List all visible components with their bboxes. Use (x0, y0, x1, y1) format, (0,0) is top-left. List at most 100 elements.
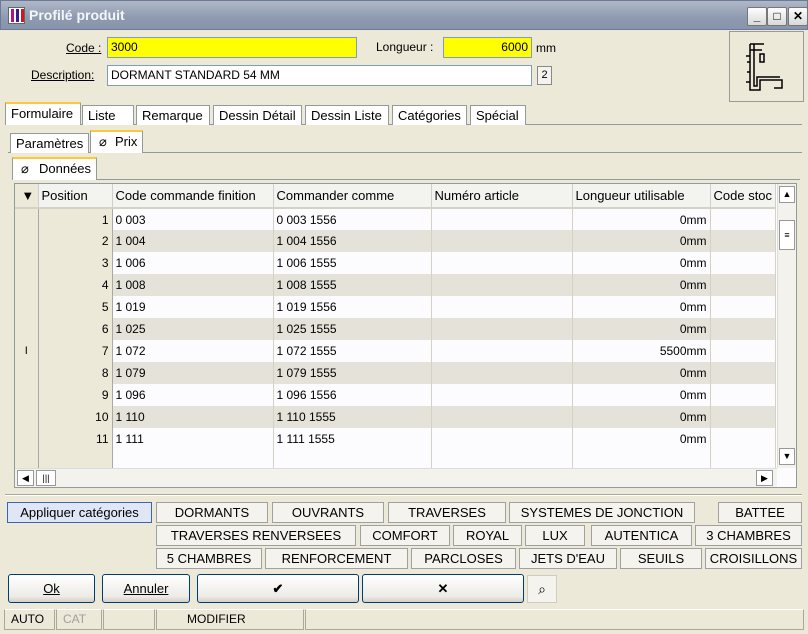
cell-position[interactable]: 2 (38, 230, 113, 252)
category-button[interactable]: SYSTEMES DE JONCTION (509, 502, 695, 523)
cell-longueur[interactable]: 0mm (572, 208, 711, 230)
category-button[interactable]: DORMANTS (156, 502, 268, 523)
reject-button[interactable]: ✕ (362, 574, 524, 603)
row-selector[interactable] (15, 208, 39, 230)
tab-dessin-detail[interactable]: Dessin Détail (213, 105, 302, 125)
cell-position[interactable]: 7 (38, 340, 113, 362)
search-button[interactable]: ⌕ (527, 575, 557, 603)
cell-article[interactable] (431, 362, 573, 384)
cell-article[interactable] (431, 252, 573, 274)
data-grid[interactable]: ▼ Position Code commande finition Commande… (14, 183, 797, 488)
horizontal-scrollbar[interactable]: ◀ ||| ▶ (15, 468, 777, 487)
tab-formulaire[interactable]: Formulaire (5, 102, 81, 125)
cancel-button[interactable]: Annuler (102, 574, 190, 603)
cell-longueur[interactable]: 0mm (572, 384, 711, 406)
cell-code-stock[interactable] (710, 208, 776, 230)
cell-longueur[interactable]: 0mm (572, 406, 711, 428)
cell-longueur[interactable]: 0mm (572, 318, 711, 340)
vertical-scrollbar[interactable]: ▲ ≡ ▼ (777, 184, 796, 468)
cell-commander[interactable]: 1 111 1555 (273, 428, 432, 450)
cell-code-stock[interactable] (710, 296, 776, 318)
scroll-down-arrow[interactable]: ▼ (779, 448, 795, 465)
tab-categories[interactable]: Catégories (392, 105, 467, 125)
cell-longueur[interactable]: 0mm (572, 362, 711, 384)
cell-code-stock[interactable] (710, 428, 776, 450)
row-selector[interactable] (15, 252, 39, 274)
column-header[interactable]: Numéro article (431, 184, 573, 209)
length-field[interactable]: 6000 (443, 37, 532, 58)
cell-code-stock[interactable] (710, 406, 776, 428)
scroll-right-arrow[interactable]: ▶ (756, 470, 773, 486)
cell-position[interactable]: 1 (38, 208, 113, 230)
cell-article[interactable] (431, 318, 573, 340)
column-header[interactable]: Code stoc (710, 184, 776, 209)
cell-commander[interactable]: 1 008 1555 (273, 274, 432, 296)
category-button[interactable]: CROISILLONS (705, 548, 802, 569)
category-button[interactable]: ROYAL (453, 525, 522, 546)
category-button[interactable]: 3 CHAMBRES (695, 525, 802, 546)
grid-menu-arrow[interactable]: ▼ (15, 184, 39, 209)
cell-commander[interactable]: 1 110 1555 (273, 406, 432, 428)
cell-longueur[interactable]: 5500mm (572, 340, 711, 362)
confirm-button[interactable]: ✔ (197, 574, 359, 603)
minimize-button[interactable]: _ (747, 7, 767, 26)
cell-code-stock[interactable] (710, 362, 776, 384)
row-selector[interactable] (15, 230, 39, 252)
category-button[interactable]: TRAVERSES RENVERSEES (156, 525, 356, 546)
cell-code-stock[interactable] (710, 230, 776, 252)
table-row[interactable]: 91 096 1 096 1556 0mm (15, 384, 776, 406)
cell-longueur[interactable]: 0mm (572, 252, 711, 274)
category-button[interactable]: TRAVERSES (388, 502, 506, 523)
category-button[interactable]: SEUILS (620, 548, 702, 569)
row-selector[interactable] (15, 384, 39, 406)
scroll-up-arrow[interactable]: ▲ (779, 186, 795, 203)
tab-dessin-liste[interactable]: Dessin Liste (305, 105, 389, 125)
cell-longueur[interactable]: 0mm (572, 230, 711, 252)
cell-code-stock[interactable] (710, 252, 776, 274)
row-selector[interactable] (15, 296, 39, 318)
cell-code[interactable]: 1 008 (112, 274, 274, 296)
cell-article[interactable] (431, 406, 573, 428)
cell-code-stock[interactable] (710, 384, 776, 406)
cell-code[interactable]: 1 025 (112, 318, 274, 340)
title-bar[interactable]: Profilé produit _ □ ✕ (0, 0, 808, 30)
table-row[interactable]: 21 004 1 004 1556 0mm (15, 230, 776, 252)
cell-position[interactable]: 11 (38, 428, 113, 450)
cell-article[interactable] (431, 340, 573, 362)
cell-longueur[interactable]: 0mm (572, 296, 711, 318)
column-header[interactable]: Position (38, 184, 113, 209)
row-selector[interactable] (15, 406, 39, 428)
cell-commander[interactable]: 0 003 1556 (273, 208, 432, 230)
table-row[interactable]: 61 025 1 025 1555 0mm (15, 318, 776, 340)
cell-position[interactable]: 3 (38, 252, 113, 274)
table-row[interactable]: 11 1 111 1 111 1555 0mm (15, 428, 776, 450)
scroll-left-arrow[interactable]: ◀ (17, 470, 34, 486)
cell-code[interactable]: 1 004 (112, 230, 274, 252)
column-header[interactable]: Code commande finition (112, 184, 274, 209)
ok-button[interactable]: Ok (8, 574, 95, 603)
cell-code-stock[interactable] (710, 274, 776, 296)
category-button[interactable]: RENFORCEMENT (265, 548, 408, 569)
cell-commander[interactable]: 1 072 1555 (273, 340, 432, 362)
subtab-parametres[interactable]: Paramètres (10, 133, 90, 153)
cell-position[interactable]: 9 (38, 384, 113, 406)
category-button[interactable]: PARCLOSES (411, 548, 516, 569)
row-selector[interactable] (15, 274, 39, 296)
table-row[interactable]: 41 008 1 008 1555 0mm (15, 274, 776, 296)
tab-liste[interactable]: Liste (82, 105, 134, 125)
cell-article[interactable] (431, 230, 573, 252)
column-header[interactable]: Commander comme (273, 184, 432, 209)
cell-commander[interactable]: 1 096 1556 (273, 384, 432, 406)
cell-position[interactable]: 4 (38, 274, 113, 296)
row-selector[interactable]: I (15, 340, 39, 362)
column-header[interactable]: Longueur utilisable (572, 184, 711, 209)
row-selector[interactable] (15, 318, 39, 340)
cell-position[interactable]: 6 (38, 318, 113, 340)
table-row[interactable]: 51 019 1 019 1556 0mm (15, 296, 776, 318)
category-button[interactable]: BATTEE (718, 502, 802, 523)
row-selector[interactable] (15, 428, 39, 450)
cell-longueur[interactable]: 0mm (572, 274, 711, 296)
cell-code[interactable]: 1 111 (112, 428, 274, 450)
category-button[interactable]: JETS D'EAU (519, 548, 617, 569)
category-button[interactable]: OUVRANTS (272, 502, 384, 523)
